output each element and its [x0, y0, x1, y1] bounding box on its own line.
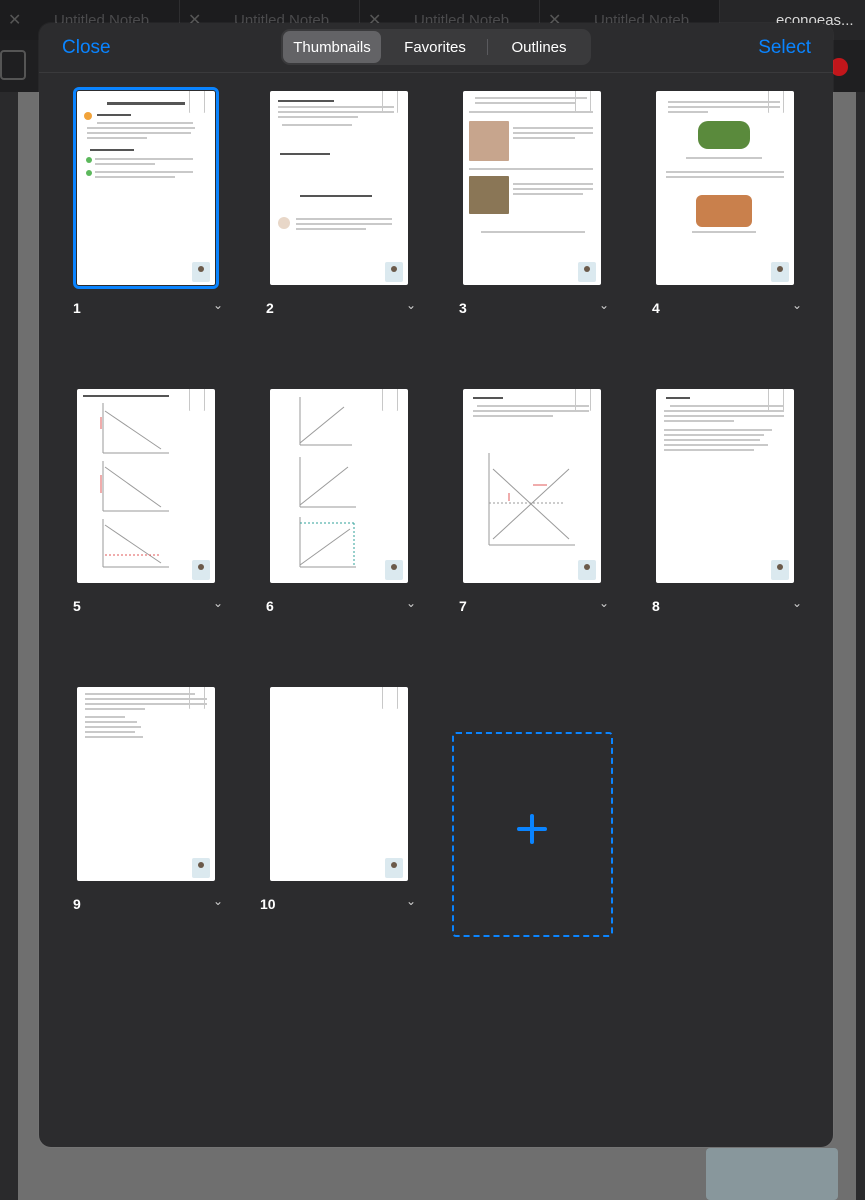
supply-demand-graph-icon: [100, 403, 169, 568]
page-thumbnail-cell[interactable]: 2 ⌄: [266, 91, 440, 331]
close-tab-icon: ✕: [8, 12, 22, 29]
chevron-down-icon[interactable]: ⌄: [406, 298, 416, 312]
equilibrium-graph-icon: [488, 453, 575, 546]
page-thumbnail-cell[interactable]: 3 ⌄: [459, 91, 633, 331]
select-button[interactable]: Select: [758, 37, 811, 59]
background-mascot-image: [706, 1148, 838, 1200]
supply-graph-icon: [299, 397, 356, 568]
page-thumbnail[interactable]: [270, 389, 408, 583]
bookmark-icon[interactable]: [382, 687, 398, 709]
page-number: 3: [459, 300, 467, 316]
background-left-margin: [0, 92, 18, 1200]
plus-icon: [517, 814, 547, 844]
page-number: 10: [260, 896, 276, 912]
page-thumbnail-cell[interactable]: 6 ⌄: [266, 389, 440, 629]
segment-thumbnails[interactable]: Thumbnails: [283, 31, 381, 63]
mascot-icon: [385, 858, 403, 878]
chevron-down-icon[interactable]: ⌄: [406, 596, 416, 610]
page-thumbnail[interactable]: [463, 389, 601, 583]
page-thumbnail[interactable]: [656, 91, 794, 285]
page-thumbnail[interactable]: [73, 87, 219, 289]
chevron-down-icon[interactable]: ⌄: [792, 596, 802, 610]
bookmark-icon[interactable]: [382, 91, 398, 113]
add-page-button[interactable]: [452, 732, 613, 937]
view-segmented-control: Thumbnails Favorites Outlines: [281, 29, 591, 65]
page-number: 5: [73, 598, 81, 614]
page-thumbnail-cell[interactable]: 10 ⌄: [260, 687, 440, 927]
modal-header: Close Thumbnails Favorites Outlines Sele…: [39, 23, 833, 73]
mascot-icon: [578, 560, 596, 580]
mascot-icon: [385, 262, 403, 282]
page-number: 1: [73, 300, 81, 316]
mascot-icon: [192, 560, 210, 580]
chevron-down-icon[interactable]: ⌄: [213, 298, 223, 312]
mascot-icon: [385, 560, 403, 580]
chevron-down-icon[interactable]: ⌄: [213, 894, 223, 908]
chevron-down-icon[interactable]: ⌄: [406, 894, 416, 908]
chevron-down-icon[interactable]: ⌄: [599, 596, 609, 610]
zoom-tool-icon: [0, 50, 26, 80]
page-thumbnail[interactable]: [77, 687, 215, 881]
bookmark-icon[interactable]: [189, 91, 205, 113]
chevron-down-icon[interactable]: ⌄: [792, 298, 802, 312]
mascot-icon: [578, 262, 596, 282]
close-button[interactable]: Close: [62, 37, 111, 59]
mascot-icon: [192, 262, 210, 282]
chevron-down-icon[interactable]: ⌄: [599, 298, 609, 312]
page-thumbnail-cell[interactable]: 1 ⌄: [73, 87, 247, 331]
segment-outlines[interactable]: Outlines: [487, 31, 589, 63]
chevron-down-icon[interactable]: ⌄: [213, 596, 223, 610]
page-thumbnail[interactable]: [77, 389, 215, 583]
page-thumbnail-cell[interactable]: 9 ⌄: [73, 687, 247, 927]
segment-favorites[interactable]: Favorites: [381, 31, 489, 63]
page-number: 9: [73, 896, 81, 912]
page-thumbnail[interactable]: [463, 91, 601, 285]
page-thumbnail[interactable]: [656, 389, 794, 583]
mascot-icon: [771, 560, 789, 580]
page-number: 7: [459, 598, 467, 614]
page-thumbnail-cell[interactable]: 7 ⌄: [459, 389, 633, 629]
page-number: 8: [652, 598, 660, 614]
page-thumbnail-cell[interactable]: 8 ⌄: [652, 389, 826, 629]
page-number: 6: [266, 598, 274, 614]
page-navigator-modal: Close Thumbnails Favorites Outlines Sele…: [39, 23, 833, 1147]
mascot-icon: [192, 858, 210, 878]
bookmark-icon[interactable]: [768, 389, 784, 411]
page-thumbnail-cell[interactable]: 5 ⌄: [73, 389, 247, 629]
page-number: 2: [266, 300, 274, 316]
background-right-margin: [856, 92, 865, 1200]
page-thumbnail[interactable]: [270, 91, 408, 285]
page-thumbnail[interactable]: [270, 687, 408, 881]
mascot-icon: [771, 262, 789, 282]
page-thumbnail-cell[interactable]: 4 ⌄: [652, 91, 826, 331]
bookmark-icon[interactable]: [575, 91, 591, 113]
page-number: 4: [652, 300, 660, 316]
